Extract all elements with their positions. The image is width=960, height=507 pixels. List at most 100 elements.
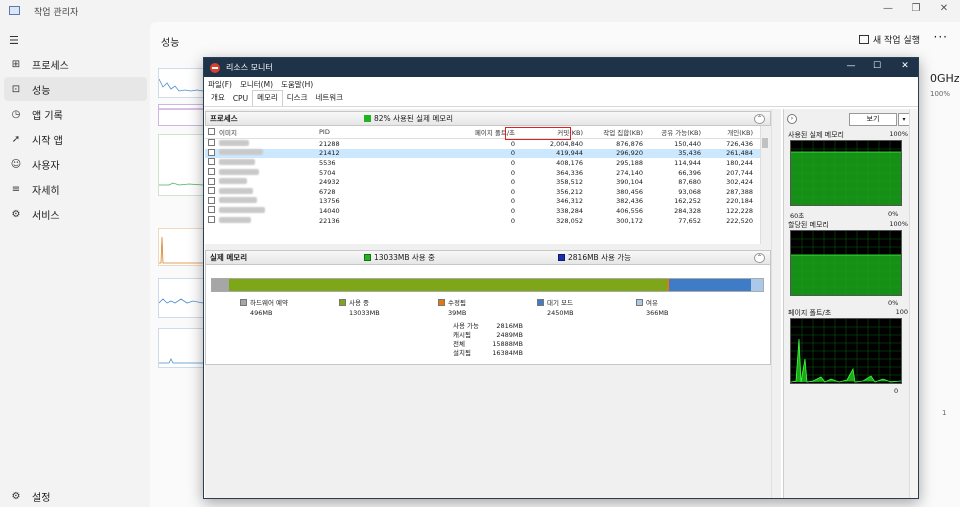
cell-shareable: 35,436 [678, 149, 701, 158]
graphs-panel: › 보기 ▾ 사용된 실제 메모리 100% 60초 0% 할당된 메모리 10… [783, 109, 918, 498]
graph1-max: 100% [889, 130, 908, 138]
network-mini-graph[interactable] [158, 278, 204, 318]
cell-working-set: 876,876 [616, 139, 643, 148]
expand-arrow-icon[interactable]: › [787, 114, 797, 124]
close-icon[interactable]: ✕ [936, 3, 952, 14]
menu-monitor[interactable]: 모니터(M) [240, 79, 273, 90]
physical-memory-panel: 하드웨어 예약 496MB 사용 중 13033MB 수정됨 39MB 대기 모드 2450M… [205, 265, 771, 365]
memory-used-legend: 13033MB 사용 중 [364, 252, 435, 263]
sidebar-item-settings[interactable]: ⚙ 설정 [4, 484, 147, 507]
memory-stat-row: 설치됨 16384MB [453, 349, 523, 357]
graph1-min: 0% [888, 210, 899, 218]
row-checkbox[interactable] [208, 196, 215, 204]
gpu-mini-graph[interactable] [158, 328, 204, 368]
cell-shareable: 87,680 [678, 178, 701, 187]
row-checkbox[interactable] [208, 187, 215, 195]
cell-working-set: 295,188 [616, 158, 643, 167]
process-scrollbar[interactable] [760, 126, 769, 244]
row-checkbox[interactable] [208, 139, 215, 147]
row-checkbox[interactable] [208, 216, 215, 224]
collapse-process-icon[interactable]: ⌃ [754, 114, 765, 124]
cell-working-set: 382,436 [616, 197, 643, 206]
tab-cpu[interactable]: CPU [229, 94, 252, 106]
cell-working-set: 406,556 [616, 206, 643, 215]
sidebar-item-services[interactable]: ⚙ 서비스 [4, 202, 147, 226]
sidebar-item-users[interactable]: ☺ 사용자 [4, 152, 147, 176]
users-icon: ☺ [10, 158, 22, 170]
rm-maximize-icon[interactable]: ☐ [870, 61, 884, 71]
legend-swatch [438, 298, 445, 306]
cell-working-set: 274,140 [616, 168, 643, 177]
sidebar-item-details[interactable]: ≡ 자세히 [4, 177, 147, 201]
cell-private: 180,244 [726, 158, 753, 167]
row-checkbox[interactable] [208, 158, 215, 166]
process-section-header[interactable]: 프로세스 82% 사용된 실제 메모리 ⌃ [205, 111, 771, 126]
menu-file[interactable]: 파일(F) [208, 79, 232, 90]
memory-legend-item: 대기 모드 2450MB [537, 297, 574, 317]
tab-network[interactable]: 네트워크 [311, 92, 347, 106]
col-image[interactable]: 이미지 [219, 127, 319, 137]
table-row[interactable]: 5536 0 408,176 295,188 114,944 180,244 [205, 158, 761, 168]
rm-minimize-icon[interactable]: — [844, 61, 858, 71]
table-row[interactable]: 5704 0 364,336 274,140 66,396 207,744 [205, 168, 761, 178]
memory-section-header[interactable]: 실제 메모리 13033MB 사용 중 2816MB 사용 가능 ⌃ [205, 250, 771, 265]
disk2-mini-graph[interactable] [158, 228, 204, 266]
process-legend: 82% 사용된 실제 메모리 [364, 113, 453, 124]
more-options-icon[interactable]: ··· [934, 30, 948, 44]
sidebar-item-processes[interactable]: ⊞ 프로세스 [4, 52, 147, 76]
table-row[interactable]: 21412 0 419,944 296,920 35,436 261,484 [205, 148, 761, 159]
row-checkbox[interactable] [208, 206, 215, 214]
graph1-title: 사용된 실제 메모리 [788, 131, 844, 139]
minimize-icon[interactable]: — [880, 3, 896, 14]
legend-swatch [636, 298, 643, 306]
col-working-set[interactable]: 작업 집합(KB) [583, 127, 643, 137]
cell-hard-faults: 0 [510, 197, 515, 206]
sidebar-item-startup-apps[interactable]: ➚ 시작 앱 [4, 127, 147, 151]
menu-help[interactable]: 도움말(H) [281, 79, 313, 90]
col-hard-faults[interactable]: 페이지 폴트/초 [389, 127, 515, 137]
row-checkbox[interactable] [208, 148, 215, 156]
tab-disk[interactable]: 디스크 [283, 92, 312, 106]
table-row[interactable]: 13756 0 346,312 382,436 162,252 220,184 [205, 196, 761, 207]
committed-memory-graph [790, 230, 902, 296]
rm-menubar: 파일(F) 모니터(M) 도움말(H) [204, 77, 918, 91]
graphs-scrollbar[interactable] [909, 109, 918, 498]
select-all-checkbox[interactable] [208, 127, 215, 135]
table-row[interactable]: 21288 0 2,004,840 876,876 150,440 726,436 [205, 139, 761, 149]
col-shareable[interactable]: 공유 가능(KB) [643, 127, 701, 137]
sidebar-item-app-history[interactable]: ◷ 앱 기록 [4, 102, 147, 126]
memory-mini-graph[interactable] [158, 104, 204, 126]
cell-pid: 5704 [319, 168, 336, 177]
cell-working-set: 300,172 [616, 216, 643, 225]
cell-private: 122,228 [726, 206, 753, 215]
process-scroll-thumb[interactable] [762, 138, 768, 148]
hamburger-menu-icon[interactable]: ☰ [9, 34, 19, 47]
table-row[interactable]: 24932 0 358,512 390,104 87,680 302,424 [205, 177, 761, 187]
cpu-mini-graph[interactable] [158, 68, 204, 98]
view-button[interactable]: 보기 [849, 112, 897, 126]
table-row[interactable]: 22136 0 328,052 300,172 77,652 222,520 [205, 216, 761, 226]
process-name-redacted [219, 139, 319, 148]
cell-commit: 328,052 [556, 216, 583, 225]
collapse-memory-icon[interactable]: ⌃ [754, 253, 765, 263]
cell-pid: 6728 [319, 187, 336, 196]
memory-bar-segment [212, 279, 230, 291]
tab-overview[interactable]: 개요 [207, 92, 229, 106]
row-checkbox[interactable] [208, 168, 215, 176]
restore-icon[interactable]: ❐ [908, 3, 924, 14]
row-checkbox[interactable] [208, 177, 215, 185]
tab-memory[interactable]: 메모리 [252, 90, 283, 106]
run-new-task-button[interactable]: 새 작업 실행 [858, 33, 920, 46]
table-row[interactable]: 6728 0 356,212 380,456 93,068 287,388 [205, 187, 761, 197]
resource-monitor-window: 리소스 모니터 — ☐ ✕ 파일(F) 모니터(M) 도움말(H) 개요 CPU… [203, 57, 919, 499]
rm-close-icon[interactable]: ✕ [898, 61, 912, 71]
sidebar-item-performance[interactable]: ⊡ 성능 [4, 77, 147, 101]
cell-shareable: 162,252 [674, 197, 701, 206]
disk-mini-graph[interactable] [158, 134, 204, 196]
table-row[interactable]: 14040 0 338,284 406,556 284,328 122,228 [205, 206, 761, 216]
graph3-title: 페이지 폴트/초 [788, 309, 832, 317]
left-pane-scrollbar[interactable] [771, 109, 781, 498]
col-private[interactable]: 개인(KB) [701, 127, 753, 137]
col-pid[interactable]: PID [319, 128, 389, 136]
cell-working-set: 296,920 [616, 149, 643, 158]
